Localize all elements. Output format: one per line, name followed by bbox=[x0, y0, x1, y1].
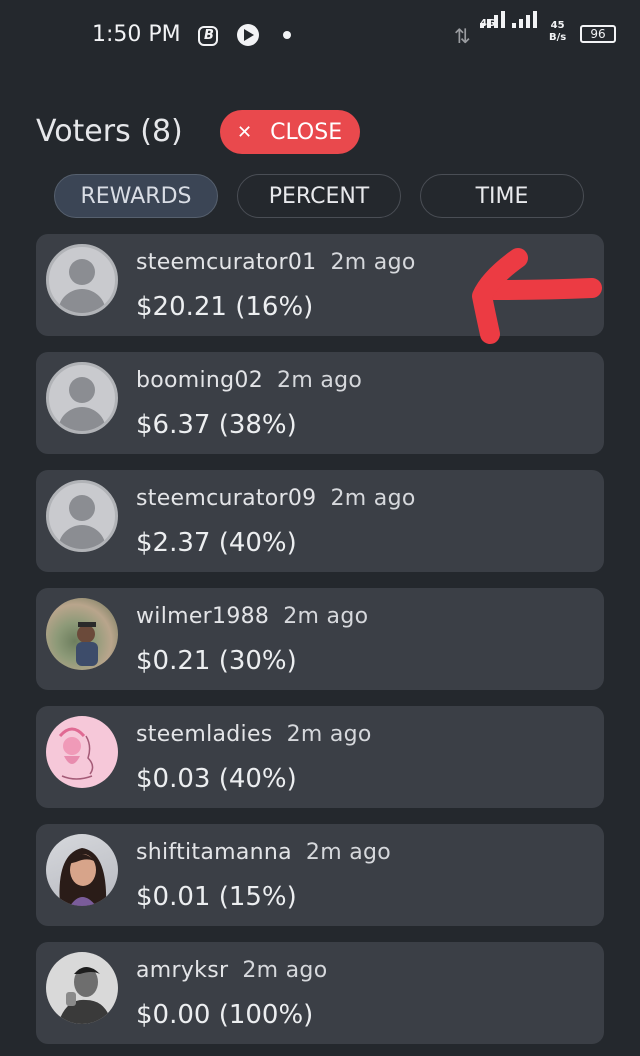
vote-time: 2m ago bbox=[277, 368, 363, 393]
voter-username[interactable]: wilmer1988 bbox=[136, 604, 269, 629]
vote-amount: $6.37 (38%) bbox=[136, 410, 297, 440]
close-button[interactable]: ✕ CLOSE bbox=[220, 110, 360, 154]
voter-username-row: wilmer1988 2m ago bbox=[136, 604, 368, 629]
default-avatar-icon bbox=[46, 480, 118, 552]
voter-username-row: shiftitamanna 2m ago bbox=[136, 840, 391, 865]
voters-screen: 1:50 PM B ⇅ 4G 45 B/s 96 Voters (8) ✕ CL… bbox=[0, 0, 640, 1056]
voter-username[interactable]: steemladies bbox=[136, 722, 273, 747]
vote-amount: $0.01 (15%) bbox=[136, 882, 297, 912]
page-title: Voters (8) bbox=[36, 114, 183, 149]
data-transfer-icon: ⇅ bbox=[454, 24, 471, 48]
voter-username[interactable]: shiftitamanna bbox=[136, 840, 292, 865]
vote-amount: $2.37 (40%) bbox=[136, 528, 297, 558]
vote-time: 2m ago bbox=[283, 604, 369, 629]
vote-time: 2m ago bbox=[330, 486, 416, 511]
status-bar: 1:50 PM B ⇅ 4G 45 B/s 96 bbox=[0, 0, 640, 72]
bitcoin-app-icon: B bbox=[198, 26, 218, 46]
avatar[interactable] bbox=[46, 834, 118, 906]
voter-username-row: steemladies 2m ago bbox=[136, 722, 372, 747]
voter-username-row: amryksr 2m ago bbox=[136, 958, 327, 983]
play-icon bbox=[237, 24, 259, 46]
voter-username[interactable]: steemcurator09 bbox=[136, 486, 316, 511]
avatar[interactable] bbox=[46, 598, 118, 670]
vote-time: 2m ago bbox=[242, 958, 328, 983]
notification-dot-icon bbox=[283, 31, 291, 39]
vote-amount: $0.00 (100%) bbox=[136, 1000, 314, 1030]
default-avatar-icon bbox=[46, 362, 118, 434]
status-time: 1:50 PM bbox=[92, 22, 181, 47]
close-icon: ✕ bbox=[237, 121, 253, 143]
battery-icon: 96 bbox=[580, 25, 616, 43]
voter-row[interactable]: booming02 2m ago $6.37 (38%) bbox=[36, 352, 604, 454]
voter-row[interactable]: wilmer1988 2m ago $0.21 (30%) bbox=[36, 588, 604, 690]
tab-rewards[interactable]: REWARDS bbox=[54, 174, 218, 218]
tab-time[interactable]: TIME bbox=[420, 174, 584, 218]
red-arrow-annotation-icon bbox=[472, 248, 602, 344]
voter-row[interactable]: steemcurator09 2m ago $2.37 (40%) bbox=[36, 470, 604, 572]
voter-username-row: booming02 2m ago bbox=[136, 368, 362, 393]
voter-row[interactable]: shiftitamanna 2m ago $0.01 (15%) bbox=[36, 824, 604, 926]
voter-row[interactable]: steemladies 2m ago $0.03 (40%) bbox=[36, 706, 604, 808]
voter-username-row: steemcurator09 2m ago bbox=[136, 486, 416, 511]
vote-time: 2m ago bbox=[286, 722, 372, 747]
vote-time: 2m ago bbox=[330, 250, 416, 275]
voter-row[interactable]: amryksr 2m ago $0.00 (100%) bbox=[36, 942, 604, 1044]
tab-percent[interactable]: PERCENT bbox=[237, 174, 401, 218]
voter-username-row: steemcurator01 2m ago bbox=[136, 250, 416, 275]
sort-tabs: REWARDS PERCENT TIME bbox=[54, 174, 586, 220]
vote-amount: $0.21 (30%) bbox=[136, 646, 297, 676]
vote-time: 2m ago bbox=[305, 840, 392, 865]
voter-username[interactable]: steemcurator01 bbox=[136, 250, 316, 275]
network-speed: 45 B/s bbox=[549, 20, 567, 43]
close-button-label: CLOSE bbox=[270, 119, 343, 145]
vote-amount: $20.21 (16%) bbox=[136, 292, 314, 322]
avatar[interactable] bbox=[46, 716, 118, 788]
avatar[interactable] bbox=[46, 952, 118, 1024]
default-avatar-icon bbox=[46, 244, 118, 316]
voter-username[interactable]: booming02 bbox=[136, 368, 263, 393]
vote-amount: $0.03 (40%) bbox=[136, 764, 297, 794]
voter-username[interactable]: amryksr bbox=[136, 958, 228, 983]
